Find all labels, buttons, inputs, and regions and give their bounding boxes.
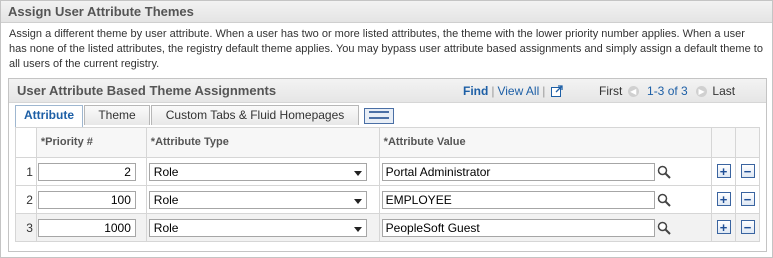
last-link: Last bbox=[712, 84, 736, 98]
attribute-type-select[interactable]: Role bbox=[148, 190, 367, 209]
page-title: Assign User Attribute Themes bbox=[8, 4, 194, 19]
attribute-type-value: Role bbox=[153, 220, 179, 235]
delete-row-icon[interactable]: − bbox=[740, 192, 755, 206]
chevron-down-icon bbox=[353, 226, 362, 232]
grid-table: *Priority # *Attribute Type *Attribute V… bbox=[15, 127, 760, 242]
grid-header: User Attribute Based Theme Assignments F… bbox=[9, 79, 766, 103]
first-arrow-icon: ◀ bbox=[627, 86, 639, 97]
lookup-icon[interactable] bbox=[657, 165, 671, 179]
attribute-value-input[interactable] bbox=[381, 190, 655, 209]
export-icon[interactable] bbox=[551, 85, 564, 97]
separator: | bbox=[542, 84, 546, 98]
theme-assignments-grid: User Attribute Based Theme Assignments F… bbox=[8, 78, 767, 252]
attribute-type-select[interactable]: Role bbox=[148, 162, 367, 181]
tab-theme[interactable]: Theme bbox=[84, 105, 150, 125]
row-count: 1-3 of 3 bbox=[647, 84, 688, 98]
column-header-attribute-type: *Attribute Type bbox=[145, 127, 380, 158]
delete-column-header bbox=[735, 127, 760, 158]
priority-input[interactable] bbox=[37, 218, 136, 237]
find-link[interactable]: Find bbox=[463, 84, 488, 98]
row-number: 3 bbox=[15, 213, 37, 242]
attribute-value-input[interactable] bbox=[381, 218, 655, 237]
grid-title: User Attribute Based Theme Assignments bbox=[17, 83, 277, 98]
chevron-down-icon bbox=[353, 170, 362, 176]
chevron-down-icon bbox=[353, 198, 362, 204]
table-row: 3 Role + − bbox=[15, 213, 760, 242]
first-link: First bbox=[599, 84, 623, 98]
column-header-attribute-value: *Attribute Value bbox=[378, 127, 713, 158]
attribute-type-value: Role bbox=[153, 192, 179, 207]
pager: First ◀ 1-3 of 3 ▶ Last bbox=[599, 84, 735, 98]
attribute-value-input[interactable] bbox=[381, 162, 655, 181]
table-row: 2 Role + − bbox=[15, 185, 760, 214]
view-all-link[interactable]: View All bbox=[497, 84, 539, 98]
row-number: 2 bbox=[15, 185, 37, 214]
delete-row-icon[interactable]: − bbox=[740, 164, 755, 178]
page-header: Assign User Attribute Themes bbox=[1, 1, 772, 23]
separator: | bbox=[491, 84, 495, 98]
add-row-icon[interactable]: + bbox=[716, 164, 731, 178]
lookup-icon[interactable] bbox=[657, 193, 671, 207]
add-column-header bbox=[711, 127, 737, 158]
tab-attribute[interactable]: Attribute bbox=[15, 105, 83, 127]
tab-custom-tabs-fluid-homepages[interactable]: Custom Tabs & Fluid Homepages bbox=[151, 105, 359, 125]
column-header-priority: *Priority # bbox=[35, 127, 147, 158]
delete-row-icon[interactable]: − bbox=[740, 220, 755, 234]
show-all-tabs-icon[interactable] bbox=[364, 108, 394, 124]
table-row: 1 Role + − bbox=[15, 157, 760, 186]
priority-input[interactable] bbox=[37, 190, 136, 209]
next-arrow-icon: ▶ bbox=[696, 86, 708, 97]
row-number: 1 bbox=[15, 157, 37, 186]
grid-nav-links: Find | View All | bbox=[463, 84, 564, 98]
page-description: Assign a different theme by user attribu… bbox=[9, 28, 763, 70]
priority-input[interactable] bbox=[37, 162, 136, 181]
row-number-header bbox=[15, 127, 37, 158]
add-row-icon[interactable]: + bbox=[716, 220, 731, 234]
lookup-icon[interactable] bbox=[657, 221, 671, 235]
page-container: Assign User Attribute Themes Assign a di… bbox=[0, 0, 773, 258]
attribute-type-select[interactable]: Role bbox=[148, 218, 367, 237]
add-row-icon[interactable]: + bbox=[716, 192, 731, 206]
attribute-type-value: Role bbox=[153, 164, 179, 179]
